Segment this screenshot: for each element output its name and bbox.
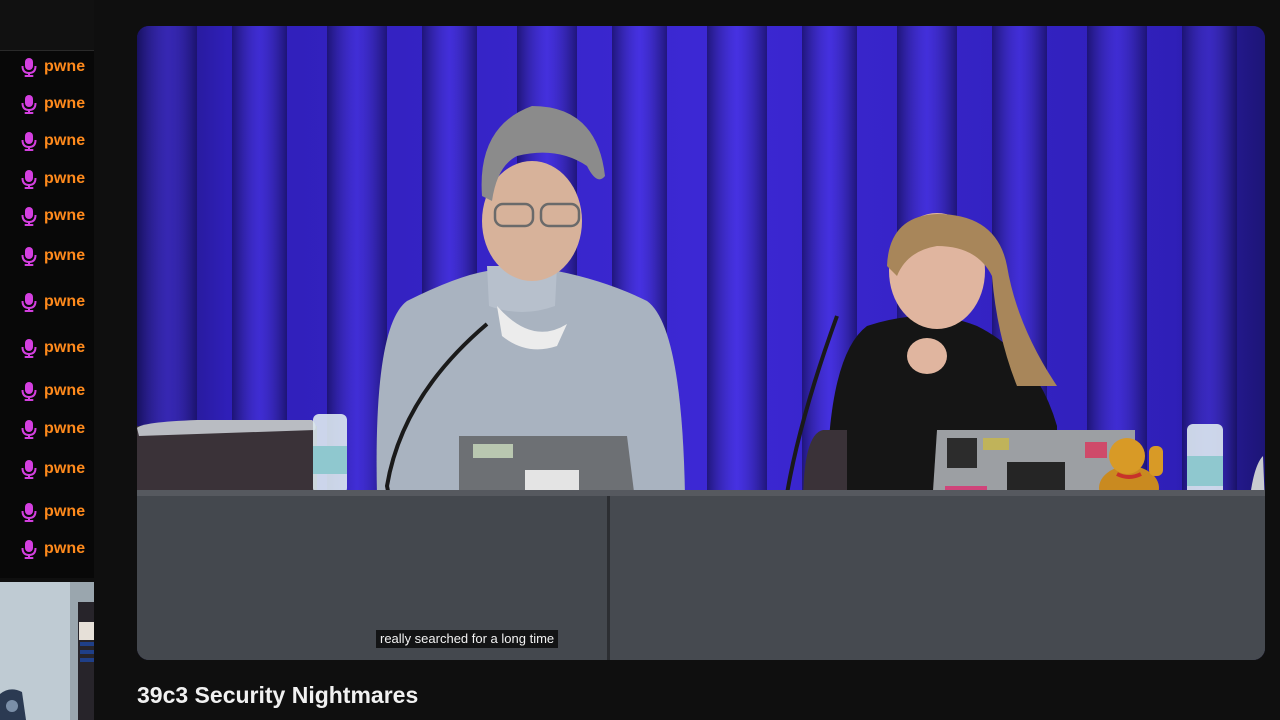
chat-message: pwne	[20, 458, 94, 480]
microphone-icon	[21, 58, 37, 77]
chat-username[interactable]: pwne	[44, 293, 85, 311]
microphone-icon	[21, 95, 37, 114]
closed-caption: really searched for a long time	[376, 630, 559, 648]
chat-username[interactable]: pwne	[44, 207, 85, 225]
microphone-icon	[21, 339, 37, 358]
microphone-icon	[21, 247, 37, 266]
chat-message: pwne	[20, 291, 94, 313]
chat-message: pwne	[20, 168, 94, 190]
chat-message: pwne	[20, 130, 94, 152]
chat-username[interactable]: pwne	[44, 420, 85, 438]
microphone-icon	[21, 503, 37, 522]
chat-username[interactable]: pwne	[44, 170, 85, 188]
microphone-icon	[21, 293, 37, 312]
chat-message: pwne	[20, 93, 94, 115]
microphone-icon	[21, 420, 37, 439]
chat-message: pwne	[20, 538, 94, 560]
microphone-icon	[21, 132, 37, 151]
chat-message: pwne	[20, 337, 94, 359]
chat-username[interactable]: pwne	[44, 382, 85, 400]
chat-message: pwne	[20, 418, 94, 440]
chat-username[interactable]: pwne	[44, 460, 85, 478]
chat-username[interactable]: pwne	[44, 503, 85, 521]
microphone-icon	[21, 207, 37, 226]
chat-panel: pwne pwne pwne pwne pwne pwne pwne pwne	[0, 0, 94, 578]
chat-username[interactable]: pwne	[44, 247, 85, 265]
microphone-icon	[21, 460, 37, 479]
microphone-icon	[21, 382, 37, 401]
chat-message: pwne	[20, 56, 94, 78]
microphone-icon	[21, 540, 37, 559]
chat-message: pwne	[20, 501, 94, 523]
chat-message: pwne	[20, 245, 94, 267]
microphone-icon	[21, 170, 37, 189]
video-title: 39c3 Security Nightmares	[137, 682, 419, 708]
chat-username[interactable]: pwne	[44, 339, 85, 357]
chat-username[interactable]: pwne	[44, 58, 85, 76]
app-root: pwne pwne pwne pwne pwne pwne pwne pwne	[0, 0, 1280, 720]
chat-username[interactable]: pwne	[44, 540, 85, 558]
chat-message: pwne	[20, 380, 94, 402]
chat-username[interactable]: pwne	[44, 95, 85, 113]
chat-header	[0, 0, 94, 51]
webcam-overlay	[0, 582, 94, 720]
video-frame	[137, 26, 1265, 660]
chat-username[interactable]: pwne	[44, 132, 85, 150]
video-player[interactable]	[137, 26, 1265, 660]
webcam-person	[0, 582, 94, 720]
chat-message: pwne	[20, 205, 94, 227]
